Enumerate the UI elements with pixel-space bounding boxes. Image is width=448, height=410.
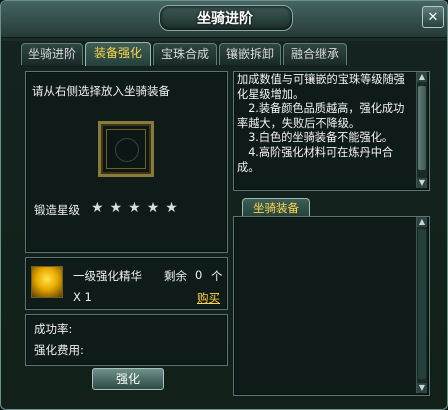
remaining-label: 剩余 (164, 269, 187, 283)
material-quantity: X 1 (73, 290, 92, 304)
tab-mount-advance[interactable]: 坐骑进阶 (21, 43, 83, 65)
enhance-cost-label: 强化费用: (34, 343, 84, 357)
star-icon: ★ (128, 200, 141, 216)
buy-link[interactable]: 购买 (197, 290, 220, 306)
tab-fusion-inherit[interactable]: 融合继承 (283, 43, 347, 65)
mount-advance-window: 坐骑进阶 ✕ 坐骑进阶 装备强化 宝珠合成 镶嵌拆卸 融合继承 请从右侧选择放入… (0, 0, 448, 410)
window-title: 坐骑进阶 (197, 11, 253, 27)
tab-equipment-enhance[interactable]: 装备强化 (85, 42, 151, 66)
star-icon: ★ (109, 200, 123, 216)
description-line: 4.高阶强化材料可在炼丹中合成。 (237, 145, 394, 174)
tab-mount-equipment[interactable]: 坐骑装备 (242, 198, 310, 217)
scroll-thumb[interactable] (418, 86, 426, 170)
enhance-essence-icon[interactable] (31, 266, 63, 298)
description-scrollbar[interactable]: ▲ ▼ (416, 72, 427, 188)
material-name: 一级强化精华 (73, 269, 142, 283)
equipment-slot[interactable] (98, 121, 154, 177)
description-line: 2.装备颜色品质越高，强化成功率越大，失败后不降级。 (237, 102, 405, 130)
star-icon: ★ (165, 200, 178, 216)
scroll-up-icon[interactable]: ▲ (417, 217, 427, 227)
scroll-up-icon[interactable]: ▲ (417, 72, 427, 82)
star-icon: ★ (91, 200, 104, 216)
forge-star-label: 锻造星级 (34, 203, 80, 217)
scroll-down-icon[interactable]: ▼ (417, 383, 427, 393)
star-icon: ★ (146, 200, 160, 216)
remaining-unit: 个 (211, 269, 223, 283)
scroll-track[interactable] (418, 229, 426, 379)
enhance-button[interactable]: 强化 (92, 368, 164, 390)
equipment-list-panel (233, 216, 430, 396)
forge-star-rating: ★ ★ ★ ★ ★ (91, 201, 178, 215)
close-button[interactable]: ✕ (422, 6, 444, 28)
slot-emblem-icon (115, 138, 139, 162)
close-icon: ✕ (427, 9, 439, 25)
equipment-scrollbar[interactable]: ▲ ▼ (416, 217, 427, 393)
instruction-text: 请从右侧选择放入坐骑装备 (32, 84, 170, 98)
scroll-down-icon[interactable]: ▼ (417, 178, 427, 188)
remaining-value: 0 (195, 268, 203, 282)
tab-inlay-remove[interactable]: 镶嵌拆卸 (219, 43, 281, 65)
tab-gem-compose[interactable]: 宝珠合成 (153, 43, 217, 65)
description-line: 3.白色的坐骑装备不能强化。 (237, 131, 394, 145)
description-line: 加成数值与可镶嵌的宝珠等级随强化星级增加。 (237, 73, 405, 101)
description-text: 加成数值与可镶嵌的宝珠等级随强化星级增加。 2.装备颜色品质越高，强化成功率越大… (237, 73, 413, 175)
success-rate-label: 成功率: (34, 322, 73, 336)
